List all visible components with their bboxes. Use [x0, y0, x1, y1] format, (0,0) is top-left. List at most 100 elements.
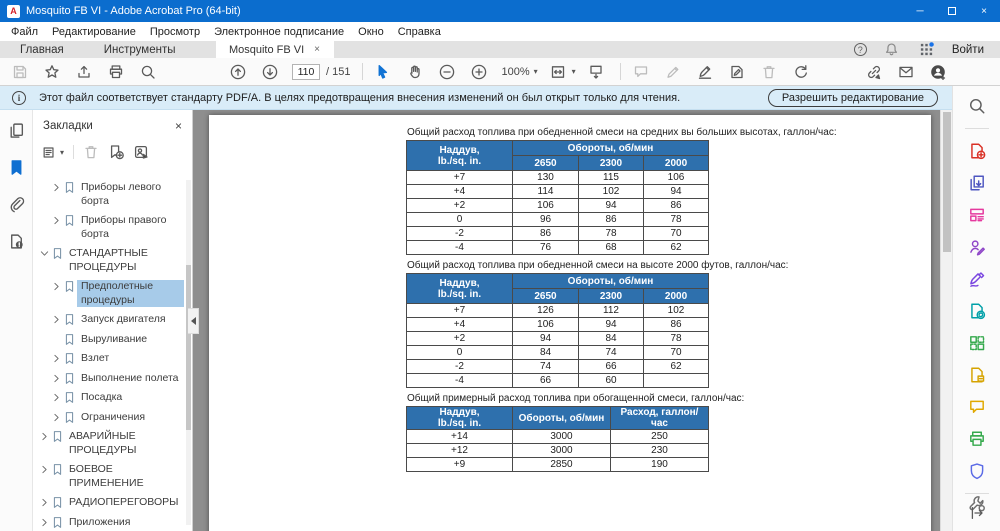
standards-icon[interactable] — [8, 233, 25, 250]
comment-icon[interactable] — [967, 397, 987, 417]
table-cell: 70 — [642, 226, 710, 241]
edit-pdf-icon[interactable] — [967, 205, 987, 225]
chevron-right-icon[interactable] — [50, 411, 63, 423]
bookmark-item[interactable]: Ограничения — [33, 408, 186, 428]
chevron-right-icon[interactable] — [50, 391, 63, 403]
maximize-button[interactable] — [936, 0, 968, 22]
bookmark-item[interactable]: СТАНДАРТНЫЕ ПРОЦЕДУРЫ — [33, 244, 186, 277]
fill-sign-icon[interactable] — [967, 269, 987, 289]
bookmarks-panel-icon[interactable] — [8, 159, 25, 176]
expand-bookmark-icon[interactable] — [133, 144, 149, 160]
rail-divider — [964, 128, 989, 129]
chevron-right-icon[interactable] — [50, 181, 63, 193]
sign-pen-icon[interactable] — [695, 62, 715, 82]
menu-item-5[interactable]: Справка — [391, 22, 448, 41]
menu-item-0[interactable]: Файл — [4, 22, 45, 41]
collapse-pane-button[interactable] — [188, 308, 199, 334]
tab-home[interactable]: Главная — [0, 41, 84, 58]
chevron-right-icon[interactable] — [38, 463, 51, 475]
bookmarks-scrollbar[interactable] — [186, 180, 191, 525]
chevron-right-icon[interactable] — [38, 516, 51, 528]
zoom-out-icon[interactable] — [437, 62, 457, 82]
bookmark-item[interactable]: Посадка — [33, 388, 186, 408]
close-tab-icon[interactable]: × — [314, 44, 320, 55]
document-scrollbar[interactable] — [940, 110, 952, 531]
share-icon[interactable] — [74, 62, 94, 82]
fit-width-icon[interactable] — [548, 62, 568, 82]
create-pdf-icon[interactable] — [967, 141, 987, 161]
redo-icon[interactable] — [791, 62, 811, 82]
hand-tool-icon[interactable] — [405, 62, 425, 82]
profile-avatar-icon[interactable] — [928, 62, 948, 82]
convert-pdf-icon[interactable] — [967, 301, 987, 321]
bookmark-item[interactable]: Приборы левого борта — [33, 178, 186, 211]
bookmark-item[interactable]: Приборы правого борта — [33, 211, 186, 244]
close-panel-icon[interactable]: × — [175, 119, 182, 133]
bookmark-label: Запуск двигателя — [81, 313, 166, 325]
chevron-right-icon[interactable] — [50, 352, 63, 364]
apps-grid-icon[interactable] — [917, 40, 937, 60]
bookmark-item[interactable]: Запуск двигателя — [33, 310, 186, 330]
fill-sign-icon[interactable] — [727, 62, 747, 82]
table-cell: 86 — [642, 317, 710, 332]
notifications-bell-icon[interactable] — [882, 40, 902, 60]
fuel-table: Наддув, lb./sq. in. Обороты, об/мин 2650 23… — [406, 140, 710, 255]
attachments-icon[interactable] — [8, 196, 25, 213]
link-share-icon[interactable] — [864, 62, 884, 82]
menu-item-3[interactable]: Электронное подписание — [207, 22, 351, 41]
next-page-icon[interactable] — [260, 62, 280, 82]
bookmark-item[interactable]: Приложения — [33, 513, 186, 531]
table-row: +14 3000 250 — [406, 429, 709, 444]
print-icon[interactable] — [106, 62, 126, 82]
previous-page-icon[interactable] — [228, 62, 248, 82]
menu-item-4[interactable]: Окно — [351, 22, 391, 41]
chevron-right-icon[interactable] — [38, 430, 51, 442]
tab-tools[interactable]: Инструменты — [84, 41, 196, 58]
chevron-down-icon[interactable] — [38, 247, 51, 259]
menu-item-2[interactable]: Просмотр — [143, 22, 207, 41]
help-icon[interactable]: ? — [853, 43, 867, 56]
scrollbar-thumb[interactable] — [943, 112, 951, 252]
new-bookmark-icon[interactable] — [108, 144, 124, 160]
chevron-right-icon[interactable] — [50, 313, 63, 325]
enable-editing-button[interactable]: Разрешить редактирование — [767, 88, 938, 107]
protect-icon[interactable] — [967, 461, 987, 481]
request-signatures-icon[interactable] — [967, 237, 987, 257]
search-icon[interactable] — [967, 96, 987, 116]
document-area[interactable]: Общий расход топлива при обедненной смес… — [193, 110, 952, 531]
zoom-in-icon[interactable] — [469, 62, 489, 82]
bookmark-item[interactable]: Выруливание — [33, 330, 186, 350]
bookmark-item[interactable]: БОЕВОЕ ПРИМЕНЕНИЕ — [33, 460, 186, 493]
close-button[interactable]: × — [968, 0, 1000, 22]
scrollbar-thumb[interactable] — [186, 265, 191, 430]
bookmark-item[interactable]: Выполнение полета — [33, 369, 186, 389]
toolbar-divider — [619, 63, 621, 80]
sign-in-button[interactable]: Войти — [952, 44, 984, 56]
print-production-icon[interactable] — [967, 429, 987, 449]
menu-item-1[interactable]: Редактирование — [45, 22, 143, 41]
page-number-input[interactable]: 110 — [292, 63, 320, 80]
chevron-right-icon[interactable] — [50, 372, 63, 384]
minimize-button[interactable]: ─ — [904, 0, 936, 22]
tab-document[interactable]: Mosquito FB VI × — [215, 41, 334, 58]
star-favorites-icon[interactable] — [42, 62, 62, 82]
chevron-right-icon[interactable] — [50, 280, 63, 292]
organize-pages-icon[interactable] — [967, 333, 987, 353]
compress-pdf-icon[interactable] — [967, 365, 987, 385]
scrolling-mode-icon[interactable] — [586, 62, 606, 82]
column-header: Наддув, lb./sq. in. — [406, 140, 513, 171]
bookmark-item[interactable]: АВАРИЙНЫЕ ПРОЦЕДУРЫ — [33, 427, 186, 460]
expand-rail-icon[interactable] — [967, 503, 987, 523]
zoom-level-select[interactable]: 100% ▾ — [501, 66, 537, 78]
select-tool-icon[interactable] — [373, 62, 393, 82]
export-pdf-icon[interactable] — [967, 173, 987, 193]
bookmark-item[interactable]: Предполетные процедуры — [33, 277, 186, 310]
bookmark-item[interactable]: РАДИОПЕРЕГОВОРЫ — [33, 493, 186, 513]
bookmark-item[interactable]: Взлет — [33, 349, 186, 369]
chevron-right-icon[interactable] — [38, 496, 51, 508]
email-icon[interactable] — [896, 62, 916, 82]
page-thumbnails-icon[interactable] — [8, 122, 25, 139]
chevron-right-icon[interactable] — [50, 214, 63, 226]
bookmark-options-icon[interactable] — [42, 145, 57, 160]
search-icon[interactable] — [138, 62, 158, 82]
